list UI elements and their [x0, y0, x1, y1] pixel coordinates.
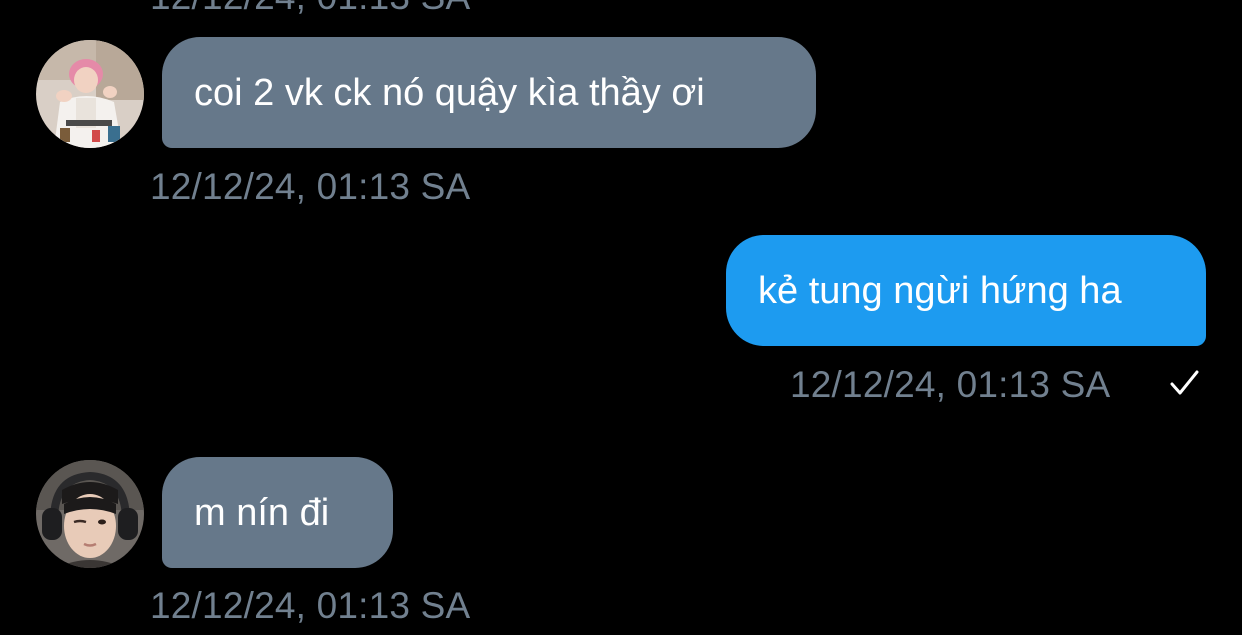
- message-bubble-incoming[interactable]: coi 2 vk ck nó quậy kìa thầy ơi: [162, 37, 816, 148]
- message-text: m nín đi: [194, 491, 330, 534]
- message-bubble-outgoing[interactable]: kẻ tung ngừi hứng ha: [726, 235, 1206, 346]
- message-bubble-incoming[interactable]: m nín đi: [162, 457, 393, 568]
- message-timestamp: 12/12/24, 01:13 SA: [150, 0, 470, 15]
- avatar-image: [36, 460, 144, 568]
- avatar[interactable]: [36, 40, 144, 148]
- avatar-image: [36, 40, 144, 148]
- conversation-view: 12/12/24, 01:13 SA coi 2 vk ck nó quậy k…: [0, 0, 1242, 635]
- message-text: coi 2 vk ck nó quậy kìa thầy ơi: [194, 71, 705, 114]
- message-timestamp: 12/12/24, 01:13 SA: [150, 166, 471, 207]
- message-timestamp: 12/12/24, 01:13 SA: [790, 364, 1111, 405]
- message-text: kẻ tung ngừi hứng ha: [758, 269, 1122, 312]
- checkmark-icon: [1170, 370, 1199, 395]
- message-timestamp: 12/12/24, 01:13 SA: [150, 585, 471, 626]
- avatar[interactable]: [36, 460, 144, 568]
